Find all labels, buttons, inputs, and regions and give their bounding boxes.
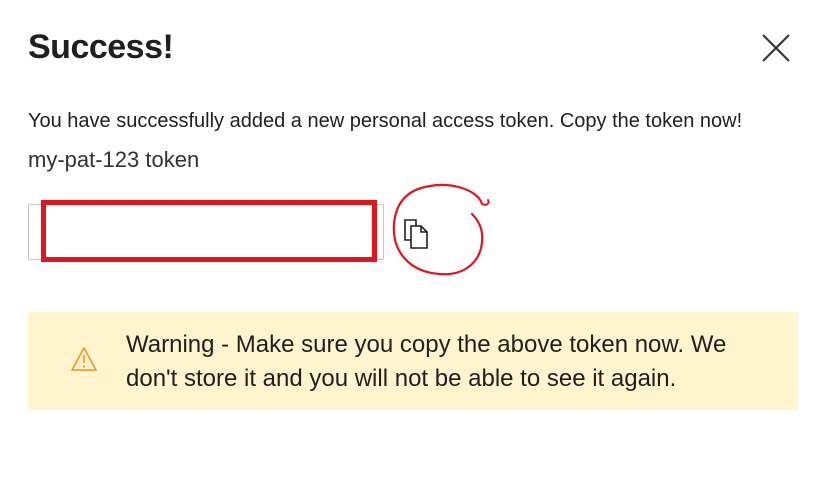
close-button[interactable] <box>756 28 796 68</box>
copy-token-button[interactable] <box>400 216 434 252</box>
warning-text: Warning - Make sure you copy the above t… <box>126 331 727 392</box>
warning-icon <box>70 346 98 372</box>
success-message: You have successfully added a new person… <box>28 110 743 132</box>
copy-icon <box>400 216 434 252</box>
token-name-label: my-pat-123 token <box>28 147 200 172</box>
token-field[interactable] <box>28 204 384 260</box>
warning-message-bar: Warning - Make sure you copy the above t… <box>28 312 798 410</box>
success-dialog: Success! You have successfully added a n… <box>0 0 821 501</box>
close-icon <box>756 28 796 68</box>
dialog-title: Success! <box>28 28 174 66</box>
